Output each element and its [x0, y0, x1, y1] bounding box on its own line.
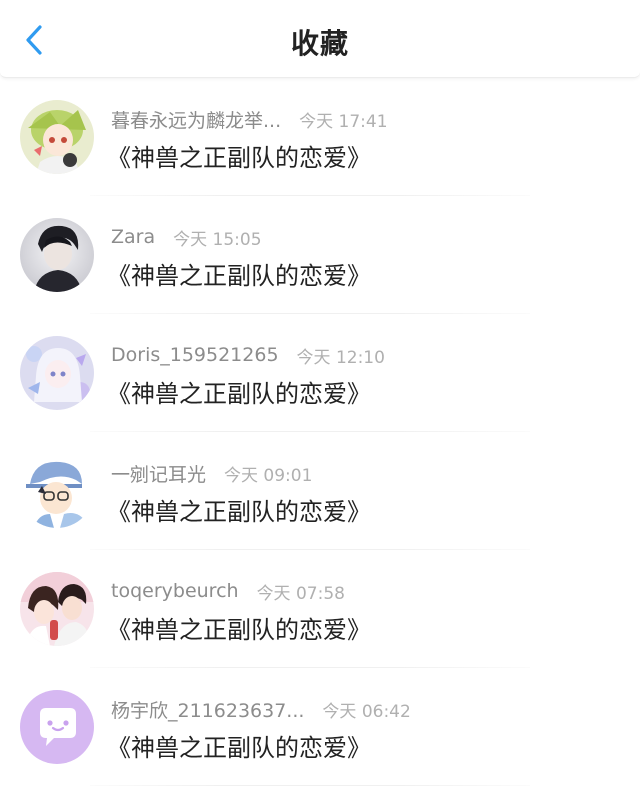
timestamp: 今天 09:01	[224, 465, 313, 486]
list-item[interactable]: 杨宇欣_211623637... 今天 06:42 《神兽之正副队的恋爱》	[0, 668, 640, 786]
username[interactable]: Doris_159521265	[111, 344, 279, 366]
item-title[interactable]: 《神兽之正副队的恋爱》	[107, 492, 371, 527]
item-meta: 一剜记耳光 今天 09:01	[111, 460, 312, 486]
page-title: 收藏	[290, 27, 349, 60]
item-title[interactable]: 《神兽之正副队的恋爱》	[107, 610, 371, 645]
user-avatar[interactable]	[20, 100, 94, 174]
user-avatar[interactable]	[20, 572, 94, 646]
timestamp: 今天 15:05	[173, 229, 262, 250]
item-meta: 杨宇欣_211623637... 今天 06:42	[111, 696, 411, 722]
top-bar: 收藏	[0, 0, 640, 78]
item-title[interactable]: 《神兽之正副队的恋爱》	[107, 138, 371, 173]
username[interactable]: Zara	[111, 226, 155, 248]
default-avatar[interactable]	[20, 690, 94, 764]
username[interactable]: 暮春永远为麟龙举...	[111, 106, 281, 133]
item-meta: Doris_159521265 今天 12:10	[111, 342, 385, 368]
list-item[interactable]: 一剜记耳光 今天 09:01 《神兽之正副队的恋爱》	[0, 432, 640, 550]
list-item[interactable]: toqerybeurch 今天 07:58 《神兽之正副队的恋爱》	[0, 550, 640, 668]
list-item[interactable]: 暮春永远为麟龙举... 今天 17:41 《神兽之正副队的恋爱》	[0, 78, 640, 196]
timestamp: 今天 17:41	[299, 111, 388, 132]
timestamp: 今天 12:10	[296, 347, 385, 368]
timestamp: 今天 06:42	[322, 701, 411, 722]
timestamp: 今天 07:58	[256, 583, 345, 604]
item-meta: toqerybeurch 今天 07:58	[111, 578, 345, 604]
list-item[interactable]: Doris_159521265 今天 12:10 《神兽之正副队的恋爱》	[0, 314, 640, 432]
user-avatar[interactable]	[20, 336, 94, 410]
item-title[interactable]: 《神兽之正副队的恋爱》	[107, 728, 371, 763]
item-title[interactable]: 《神兽之正副队的恋爱》	[107, 374, 371, 409]
user-avatar[interactable]	[20, 218, 94, 292]
item-title[interactable]: 《神兽之正副队的恋爱》	[107, 256, 371, 291]
user-avatar[interactable]	[20, 454, 94, 528]
username[interactable]: toqerybeurch	[111, 580, 239, 602]
list-item[interactable]: Zara 今天 15:05 《神兽之正副队的恋爱》	[0, 196, 640, 314]
item-meta: Zara 今天 15:05	[111, 224, 262, 250]
item-meta: 暮春永远为麟龙举... 今天 17:41	[111, 106, 388, 132]
username[interactable]: 杨宇欣_211623637...	[111, 696, 304, 723]
favorites-list: 暮春永远为麟龙举... 今天 17:41 《神兽之正副队的恋爱》 Zara 今天…	[0, 78, 640, 786]
username[interactable]: 一剜记耳光	[111, 460, 206, 487]
